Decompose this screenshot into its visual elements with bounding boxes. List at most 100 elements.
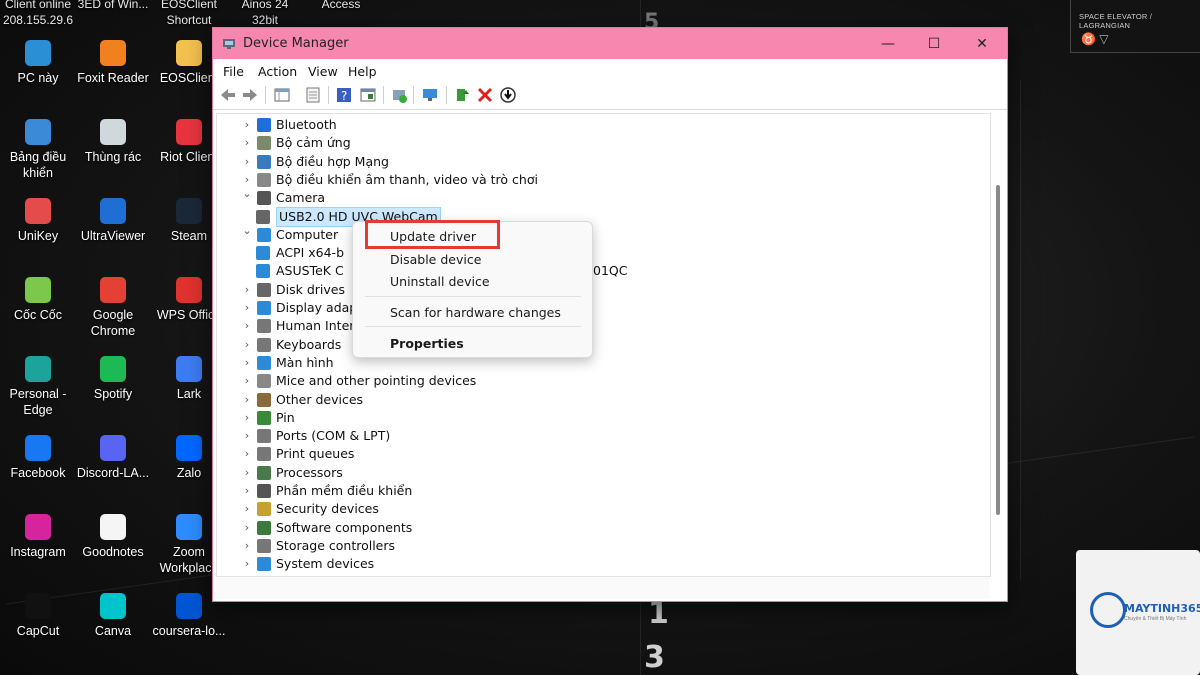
chevron-right-icon[interactable]: › (241, 555, 253, 573)
chevron-right-icon[interactable]: › (241, 391, 253, 409)
menu-action[interactable]: Action (258, 64, 297, 79)
chevron-right-icon[interactable]: › (241, 281, 253, 299)
desktop-icon-coccoc[interactable]: Cốc Cốc (0, 277, 76, 323)
chevron-right-icon[interactable]: › (241, 317, 253, 335)
menu-item-uninstall-device[interactable]: Uninstall device (390, 274, 490, 289)
chevron-down-icon[interactable]: ⌄ (241, 222, 253, 240)
desktop-icon-label[interactable]: EOSClient Shortcut (151, 0, 227, 28)
tree-category[interactable]: › Bộ điều hợp Mạng (241, 153, 917, 171)
desktop-icon-canva[interactable]: Canva (75, 593, 151, 639)
chevron-right-icon[interactable]: › (241, 336, 253, 354)
tree-category[interactable]: ⌄ Camera (241, 187, 917, 207)
tree-category[interactable]: › Print queues (241, 445, 917, 463)
menu-view[interactable]: View (308, 64, 338, 79)
processor-icon (257, 465, 271, 480)
tree-category[interactable]: › Ports (COM & LPT) (241, 427, 917, 445)
chevron-right-icon[interactable]: › (241, 445, 253, 463)
desktop-icon-foxit[interactable]: Foxit Reader (75, 40, 151, 86)
tree-category[interactable]: › Pin (241, 409, 917, 427)
tree-category[interactable]: › Bộ điều khiển âm thanh, video và trò ch… (241, 171, 917, 189)
monitor-scan-icon[interactable] (421, 86, 439, 104)
menu-help[interactable]: Help (348, 64, 377, 79)
desktop-icon-label[interactable]: Ainos 24 32bit (227, 0, 303, 28)
chevron-right-icon[interactable]: › (241, 354, 253, 372)
desktop-icon-label: Discord-LA... (76, 466, 150, 480)
tree-item-label: ACPI x64-b (276, 245, 345, 261)
desktop-icon-spotify[interactable]: Spotify (75, 356, 151, 402)
svg-text:?: ? (341, 89, 347, 103)
chevron-right-icon[interactable]: › (241, 427, 253, 445)
chevron-right-icon[interactable]: › (241, 372, 253, 390)
menu-file[interactable]: File (223, 64, 244, 79)
back-arrow-icon[interactable] (219, 86, 237, 104)
chevron-right-icon[interactable]: › (241, 409, 253, 427)
desktop-icon-chrome[interactable]: Google Chrome (75, 277, 151, 339)
chevron-down-icon[interactable]: ⌄ (241, 185, 253, 203)
desktop-icon-monitor[interactable]: PC này (0, 40, 76, 86)
menu-item-disable-device[interactable]: Disable device (390, 252, 481, 267)
security-icon (257, 502, 271, 517)
tree-category[interactable]: › Processors (241, 464, 917, 482)
desktop-icon-label[interactable]: Client online 208.155.29.6 (0, 0, 76, 28)
tree-category[interactable]: › Phần mềm điều khiển (241, 482, 917, 500)
show-hidden-icon[interactable] (304, 86, 322, 104)
pc-icon (256, 264, 270, 279)
desktop-icon-instagram[interactable]: Instagram (0, 514, 76, 560)
bluetooth-icon (257, 118, 271, 132)
chevron-right-icon[interactable]: › (241, 537, 253, 555)
help-icon[interactable]: ? (335, 86, 353, 104)
device-manager-app-icon (223, 39, 235, 49)
chevron-right-icon[interactable]: › (241, 519, 253, 537)
close-button[interactable]: ✕ (959, 28, 1005, 59)
uninstall-x-icon[interactable] (476, 86, 494, 104)
menu-item-update-driver[interactable]: Update driver (390, 229, 476, 244)
enable-device-icon[interactable] (453, 86, 471, 104)
scrollbar-thumb[interactable] (996, 185, 1000, 515)
chevron-right-icon[interactable]: › (241, 464, 253, 482)
wallpaper-number: 3 (644, 640, 665, 675)
menu-item-properties[interactable]: Properties (390, 336, 464, 351)
horizontal-scrollbar[interactable] (216, 576, 989, 599)
desktop-icon-capcut[interactable]: CapCut (0, 593, 76, 639)
driver-panel-icon[interactable] (359, 86, 377, 104)
add-hardware-icon[interactable] (390, 86, 408, 104)
desktop-icon-unikey[interactable]: UniKey (0, 198, 76, 244)
title-bar[interactable]: Device Manager — ☐ ✕ (213, 28, 1007, 59)
tree-category[interactable]: › Security devices (241, 500, 917, 518)
webcam-icon (256, 209, 270, 224)
desktop-icon-facebook[interactable]: Facebook (0, 435, 76, 481)
forward-arrow-icon[interactable] (241, 86, 259, 104)
tree-category[interactable]: › Bộ cảm ứng (241, 134, 917, 152)
tree-category[interactable]: › Software components (241, 519, 917, 537)
tree-item-label: Bộ điều khiển âm thanh, video và trò chơ… (276, 171, 538, 187)
properties-grid-icon[interactable] (273, 86, 291, 104)
desktop-icon-label[interactable]: 3ED of Win... (75, 0, 151, 12)
menu-item-scan-hardware[interactable]: Scan for hardware changes (390, 305, 561, 320)
vertical-scrollbar[interactable] (992, 113, 1004, 575)
logo-brand: MAYTINH365 (1124, 602, 1200, 615)
desktop-icon-label[interactable]: Access (303, 0, 379, 12)
chevron-right-icon[interactable]: › (241, 134, 253, 152)
chevron-right-icon[interactable]: › (241, 482, 253, 500)
desktop-icon-discord[interactable]: Discord-LA... (75, 435, 151, 481)
desktop-icon-edge[interactable]: Personal - Edge (0, 356, 76, 418)
desktop-icon-goodnotes[interactable]: Goodnotes (75, 514, 151, 560)
device-tree[interactable]: › Bluetooth › Bộ cảm ứng › Bộ điều hợp Mạng › B… (216, 113, 991, 577)
tree-category[interactable]: › Storage controllers (241, 537, 917, 555)
maximize-button[interactable]: ☐ (911, 28, 957, 59)
logo-globe-icon (1090, 592, 1126, 628)
minimize-button[interactable]: — (865, 28, 911, 59)
desktop-icon-control-panel[interactable]: Bảng điều khiển (0, 119, 76, 181)
desktop-icon-ultraviewer[interactable]: UltraViewer (75, 198, 151, 244)
update-download-icon[interactable] (499, 86, 517, 104)
tree-category[interactable]: › Bluetooth (241, 116, 917, 134)
tree-category[interactable]: › Mice and other pointing devices (241, 372, 917, 390)
chevron-right-icon[interactable]: › (241, 500, 253, 518)
tree-category[interactable]: › Other devices (241, 391, 917, 409)
desktop-icon-recycle-bin[interactable]: Thùng rác (75, 119, 151, 165)
chevron-right-icon[interactable]: › (241, 116, 253, 134)
recycle-bin-icon (100, 119, 126, 145)
chevron-right-icon[interactable]: › (241, 299, 253, 317)
tree-category[interactable]: › System devices (241, 555, 917, 573)
chevron-right-icon[interactable]: › (241, 153, 253, 171)
